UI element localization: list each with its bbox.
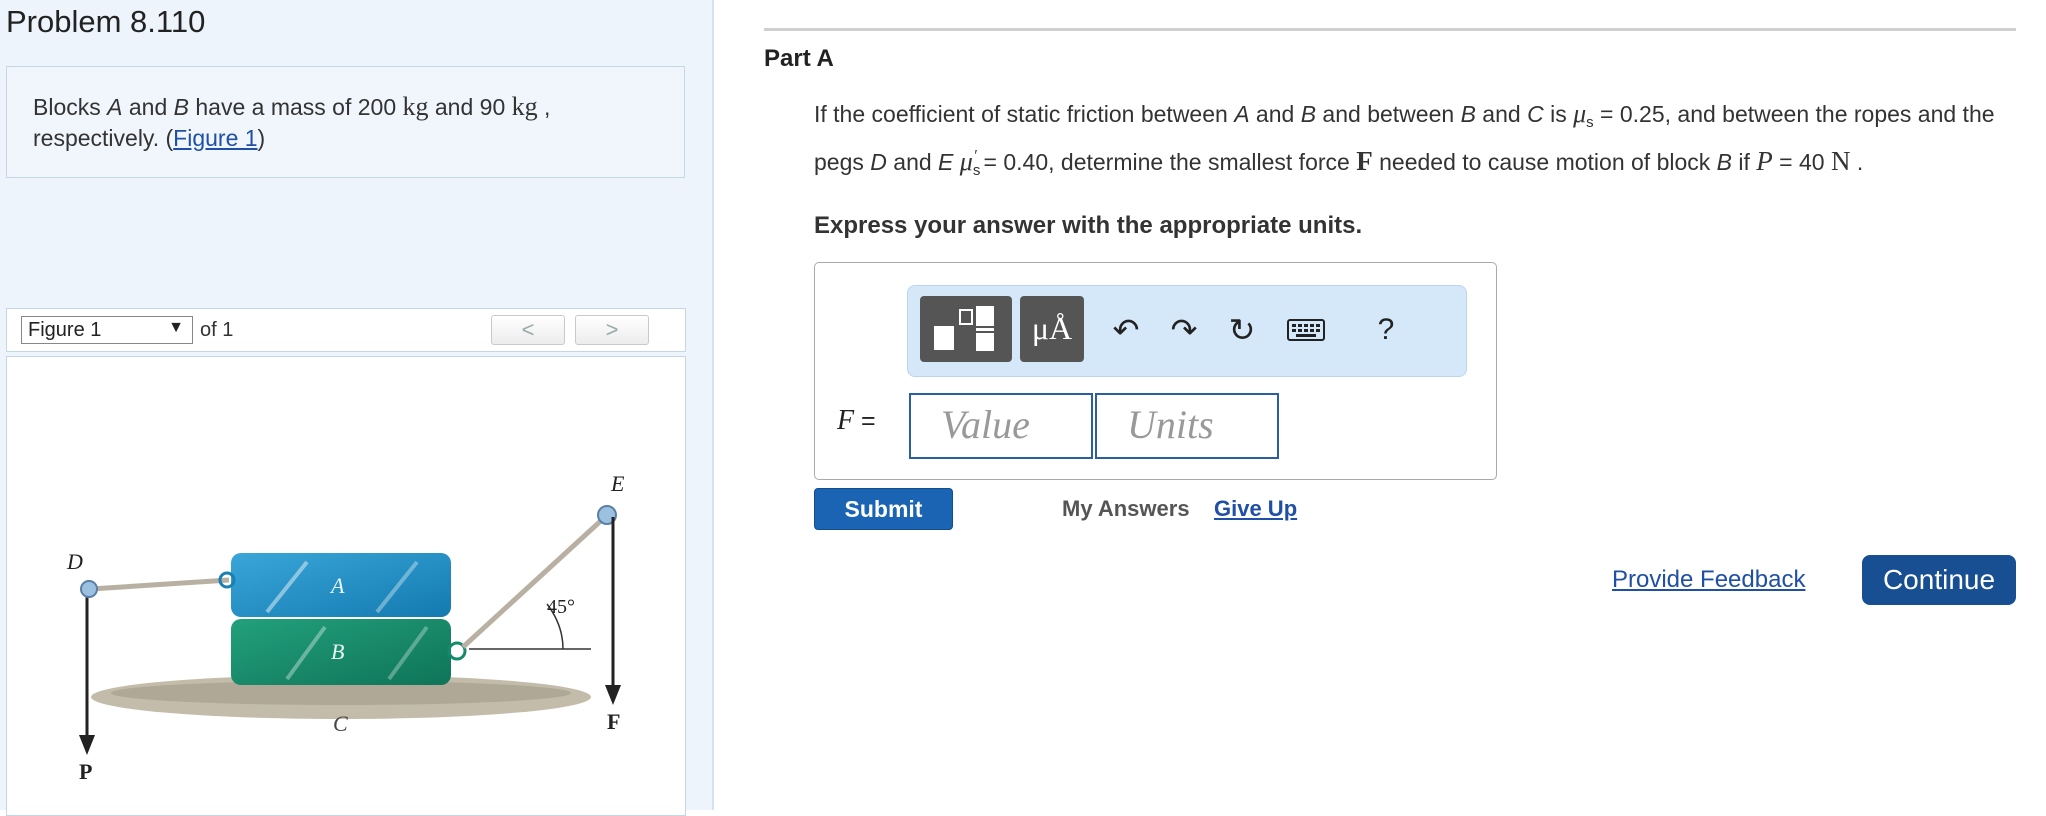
rope-b-e <box>461 515 607 649</box>
dropdown-arrow-icon: ▼ <box>168 319 184 336</box>
intro-var-b: B <box>173 94 189 120</box>
peg-d <box>80 580 98 598</box>
intro-text: and 90 <box>428 94 512 120</box>
my-answers-label: My Answers <box>1062 496 1190 521</box>
units-input[interactable]: Units <box>1095 393 1279 459</box>
question-mu-symbol: μ <box>959 147 973 176</box>
answer-equals: = <box>854 407 876 435</box>
templates-button[interactable] <box>920 296 1012 362</box>
left-panel: Problem 8.110 Blocks A and B have a mass… <box>0 0 714 816</box>
redo-icon[interactable]: ↷ <box>1162 306 1206 354</box>
intro-text: Blocks <box>33 94 108 120</box>
previous-figure-button[interactable]: < <box>491 315 565 345</box>
part-title: Part A <box>764 45 834 72</box>
question-fragment: = 40 <box>1772 149 1831 175</box>
question-fragment: and between <box>1316 101 1461 127</box>
intro-text: and <box>122 94 174 120</box>
figure-count: of 1 <box>200 319 234 341</box>
rope-d-a <box>90 577 230 592</box>
give-up-link[interactable]: Give Up <box>1214 496 1297 522</box>
arrow-f-icon <box>605 685 621 705</box>
question-mu-symbol: μ <box>1573 99 1587 128</box>
math-toolbar: μÅ ↶ ↷ ↻ ? <box>907 285 1467 377</box>
undo-icon[interactable]: ↶ <box>1104 306 1148 354</box>
label-a: A <box>329 573 345 598</box>
question-fragment: = 0.40, determine the smallest force <box>977 149 1357 175</box>
question-var: B <box>1460 101 1476 127</box>
help-icon[interactable]: ? <box>1364 306 1408 354</box>
label-b: B <box>331 639 344 664</box>
question-fragment: and <box>886 149 939 175</box>
continue-button[interactable]: Continue <box>1862 555 2016 605</box>
figure-select[interactable]: Figure 1 ▼ <box>21 316 193 344</box>
figure-diagram: D A B C E 45° P F <box>66 471 625 784</box>
keyboard-glyph <box>1287 319 1325 341</box>
submit-button[interactable]: Submit <box>814 488 953 530</box>
arrow-p-icon <box>79 735 95 755</box>
question-fragment: is <box>1543 101 1574 127</box>
figure-navigation-bar: Figure 1 ▼ of 1 < > <box>6 308 686 352</box>
intro-var-a: A <box>107 94 123 120</box>
next-figure-button[interactable]: > <box>575 315 649 345</box>
label-angle: 45° <box>547 596 575 618</box>
question-var: D <box>870 149 887 175</box>
reset-icon[interactable]: ↻ <box>1220 306 1264 354</box>
question-unit: N <box>1830 146 1851 176</box>
question-fragment: if <box>1732 149 1757 175</box>
question-var: B <box>1300 101 1317 127</box>
templates-icon <box>934 306 994 351</box>
answer-instruction: Express your answer with the appropriate… <box>814 212 1363 239</box>
intro-unit-kg: kg <box>402 92 429 121</box>
question-var: B <box>1716 149 1733 175</box>
problem-title: Problem 8.110 <box>6 4 206 39</box>
units-button[interactable]: μÅ <box>1020 296 1084 362</box>
figure-select-value: Figure 1 <box>28 319 102 341</box>
question-fragment: and <box>1475 101 1528 127</box>
value-input[interactable]: Value <box>909 393 1093 459</box>
label-p: P <box>79 759 92 784</box>
keyboard-icon[interactable] <box>1284 306 1328 354</box>
answer-variable: F <box>837 405 855 436</box>
question-var: E <box>938 149 954 175</box>
question-fragment: If the coefficient of static friction be… <box>814 101 1235 127</box>
question-var: P <box>1756 146 1773 176</box>
question-var: C <box>1527 101 1544 127</box>
answer-variable-label: F = <box>837 405 876 437</box>
question-fragment: and <box>1249 101 1301 127</box>
part-divider <box>764 28 2016 31</box>
figure-link[interactable]: Figure 1 <box>173 125 257 151</box>
question-var: A <box>1234 101 1250 127</box>
provide-feedback-link[interactable]: Provide Feedback <box>1612 566 1805 594</box>
answer-box: μÅ ↶ ↷ ↻ ? F = Value Units <box>814 262 1497 480</box>
label-d: D <box>66 549 83 574</box>
question-fragment: needed to cause motion of block <box>1372 149 1717 175</box>
label-f: F <box>607 709 620 734</box>
intro-unit-kg: kg <box>511 92 538 121</box>
figure-panel: D A B C E 45° P F <box>6 356 686 816</box>
question-subscript: s <box>1586 114 1594 131</box>
problem-intro-box: Blocks A and B have a mass of 200 kg and… <box>6 66 685 178</box>
intro-text: ) <box>257 125 266 151</box>
problem-intro-text: Blocks A and B have a mass of 200 kg and… <box>33 91 653 154</box>
question-text: If the coefficient of static friction be… <box>814 97 2024 187</box>
label-e: E <box>610 471 625 496</box>
intro-text: have a mass of 200 <box>188 94 403 120</box>
question-var: F <box>1356 146 1373 176</box>
question-fragment: . <box>1850 149 1864 175</box>
label-c: C <box>333 711 348 736</box>
